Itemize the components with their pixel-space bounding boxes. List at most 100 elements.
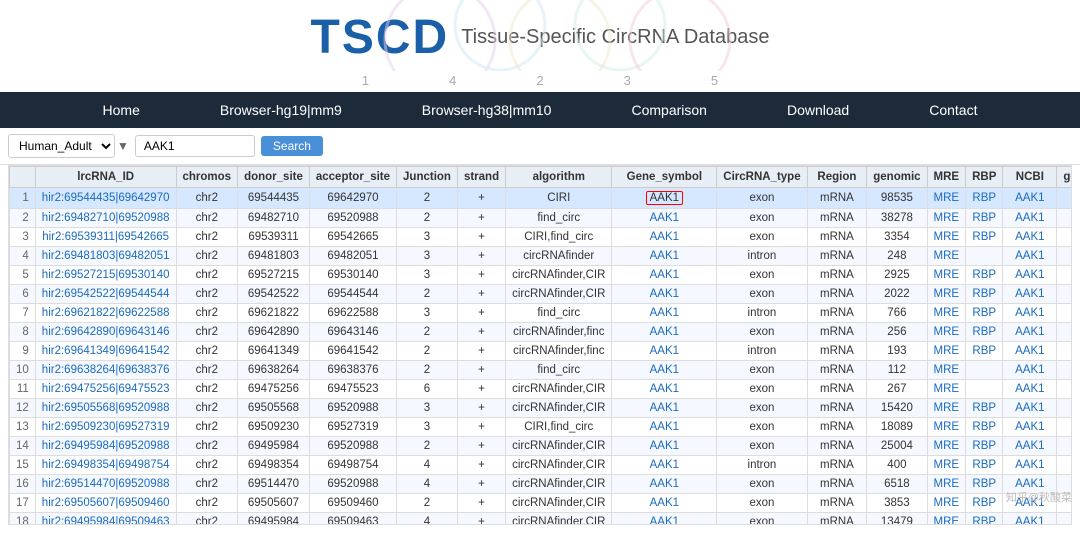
rbp-cell[interactable]: RBP	[966, 188, 1003, 209]
genecards-cell[interactable]: AAK1	[1057, 494, 1072, 513]
rbp-cell[interactable]: RBP	[966, 456, 1003, 475]
genecards-cell[interactable]: AAK1	[1057, 188, 1072, 209]
ncbi-cell[interactable]: AAK1	[1003, 304, 1057, 323]
lrcrna-id-cell[interactable]: hir2:69542522|69544544	[35, 285, 176, 304]
nav-download[interactable]: Download	[747, 92, 889, 128]
ncbi-cell[interactable]: AAK1	[1003, 266, 1057, 285]
ncbi-cell[interactable]: AAK1	[1003, 456, 1057, 475]
mre-cell[interactable]: MRE	[927, 456, 966, 475]
ncbi-cell[interactable]: AAK1	[1003, 437, 1057, 456]
lrcrna-id-cell[interactable]: hir2:69495984|69509463	[35, 513, 176, 526]
lrcrna-id-cell[interactable]: hir2:69642890|69643146	[35, 323, 176, 342]
genecards-cell[interactable]: AAK1	[1057, 399, 1072, 418]
nav-browser-hg38[interactable]: Browser-hg38|mm10	[382, 92, 592, 128]
genecards-cell[interactable]: AAK1	[1057, 323, 1072, 342]
rbp-cell[interactable]: RBP	[966, 228, 1003, 247]
gene-symbol-cell[interactable]: AAK1	[612, 494, 717, 513]
gene-symbol-cell[interactable]: AAK1	[612, 188, 717, 209]
genecards-cell[interactable]: AAK1	[1057, 285, 1072, 304]
species-dropdown[interactable]: Human_Adult Human_Fetal Mouse_Adult Mous…	[8, 134, 115, 158]
mre-cell[interactable]: MRE	[927, 437, 966, 456]
gene-symbol-cell[interactable]: AAK1	[612, 437, 717, 456]
lrcrna-id-cell[interactable]: hir2:69509230|69527319	[35, 418, 176, 437]
lrcrna-id-cell[interactable]: hir2:69505607|69509460	[35, 494, 176, 513]
mre-cell[interactable]: MRE	[927, 475, 966, 494]
mre-cell[interactable]: MRE	[927, 513, 966, 526]
genecards-cell[interactable]: AAK1	[1057, 437, 1072, 456]
mre-cell[interactable]: MRE	[927, 285, 966, 304]
gene-symbol-cell[interactable]: AAK1	[612, 247, 717, 266]
rbp-cell[interactable]: RBP	[966, 418, 1003, 437]
mre-cell[interactable]: MRE	[927, 209, 966, 228]
rbp-cell[interactable]: RBP	[966, 513, 1003, 526]
lrcrna-id-cell[interactable]: hir2:69527215|69530140	[35, 266, 176, 285]
genecards-cell[interactable]: AAK1	[1057, 456, 1072, 475]
genecards-cell[interactable]: AAK1	[1057, 228, 1072, 247]
lrcrna-id-cell[interactable]: hir2:69498354|69498754	[35, 456, 176, 475]
gene-symbol-cell[interactable]: AAK1	[612, 399, 717, 418]
nav-comparison[interactable]: Comparison	[591, 92, 746, 128]
lrcrna-id-cell[interactable]: hir2:69544435|69642970	[35, 188, 176, 209]
lrcrna-id-cell[interactable]: hir2:69621822|69622588	[35, 304, 176, 323]
mre-cell[interactable]: MRE	[927, 418, 966, 437]
ncbi-cell[interactable]: AAK1	[1003, 399, 1057, 418]
ncbi-cell[interactable]: AAK1	[1003, 209, 1057, 228]
genecards-cell[interactable]: AAK1	[1057, 304, 1072, 323]
rbp-cell[interactable]: RBP	[966, 494, 1003, 513]
genecards-cell[interactable]: AAK1	[1057, 418, 1072, 437]
genecards-cell[interactable]: AAK1	[1057, 342, 1072, 361]
lrcrna-id-cell[interactable]: hir2:69495984|69520988	[35, 437, 176, 456]
rbp-cell[interactable]: RBP	[966, 323, 1003, 342]
ncbi-cell[interactable]: AAK1	[1003, 285, 1057, 304]
gene-symbol-cell[interactable]: AAK1	[612, 285, 717, 304]
nav-home[interactable]: Home	[63, 92, 180, 128]
mre-cell[interactable]: MRE	[927, 247, 966, 266]
ncbi-cell[interactable]: AAK1	[1003, 494, 1057, 513]
gene-symbol-cell[interactable]: AAK1	[612, 342, 717, 361]
gene-symbol-cell[interactable]: AAK1	[612, 209, 717, 228]
gene-symbol-cell[interactable]: AAK1	[612, 266, 717, 285]
genecards-cell[interactable]: AAK1	[1057, 513, 1072, 526]
nav-contact[interactable]: Contact	[889, 92, 1017, 128]
ncbi-cell[interactable]: AAK1	[1003, 342, 1057, 361]
genecards-cell[interactable]: AAK1	[1057, 380, 1072, 399]
ncbi-cell[interactable]: AAK1	[1003, 361, 1057, 380]
ncbi-cell[interactable]: AAK1	[1003, 323, 1057, 342]
mre-cell[interactable]: MRE	[927, 380, 966, 399]
genecards-cell[interactable]: AAK1	[1057, 209, 1072, 228]
genecards-cell[interactable]: AAK1	[1057, 361, 1072, 380]
gene-symbol-cell[interactable]: AAK1	[612, 304, 717, 323]
rbp-cell[interactable]: RBP	[966, 285, 1003, 304]
lrcrna-id-cell[interactable]: hir2:69482710|69520988	[35, 209, 176, 228]
mre-cell[interactable]: MRE	[927, 342, 966, 361]
genecards-cell[interactable]: AAK1	[1057, 475, 1072, 494]
search-button[interactable]: Search	[261, 136, 323, 156]
mre-cell[interactable]: MRE	[927, 361, 966, 380]
rbp-cell[interactable]: RBP	[966, 266, 1003, 285]
search-input[interactable]	[135, 135, 255, 157]
lrcrna-id-cell[interactable]: hir2:69475256|69475523	[35, 380, 176, 399]
lrcrna-id-cell[interactable]: hir2:69514470|69520988	[35, 475, 176, 494]
gene-symbol-cell[interactable]: AAK1	[612, 475, 717, 494]
ncbi-cell[interactable]: AAK1	[1003, 188, 1057, 209]
rbp-cell[interactable]: RBP	[966, 342, 1003, 361]
genecards-cell[interactable]: AAK1	[1057, 247, 1072, 266]
gene-symbol-cell[interactable]: AAK1	[612, 456, 717, 475]
ncbi-cell[interactable]: AAK1	[1003, 380, 1057, 399]
mre-cell[interactable]: MRE	[927, 228, 966, 247]
mre-cell[interactable]: MRE	[927, 323, 966, 342]
ncbi-cell[interactable]: AAK1	[1003, 228, 1057, 247]
lrcrna-id-cell[interactable]: hir2:69638264|69638376	[35, 361, 176, 380]
gene-symbol-cell[interactable]: AAK1	[612, 323, 717, 342]
gene-symbol-cell[interactable]: AAK1	[612, 513, 717, 526]
lrcrna-id-cell[interactable]: hir2:69539311|69542665	[35, 228, 176, 247]
ncbi-cell[interactable]: AAK1	[1003, 247, 1057, 266]
gene-symbol-cell[interactable]: AAK1	[612, 228, 717, 247]
lrcrna-id-cell[interactable]: hir2:69641349|69641542	[35, 342, 176, 361]
mre-cell[interactable]: MRE	[927, 399, 966, 418]
gene-symbol-cell[interactable]: AAK1	[612, 361, 717, 380]
rbp-cell[interactable]: RBP	[966, 475, 1003, 494]
rbp-cell[interactable]: RBP	[966, 304, 1003, 323]
nav-browser-hg19[interactable]: Browser-hg19|mm9	[180, 92, 382, 128]
ncbi-cell[interactable]: AAK1	[1003, 513, 1057, 526]
